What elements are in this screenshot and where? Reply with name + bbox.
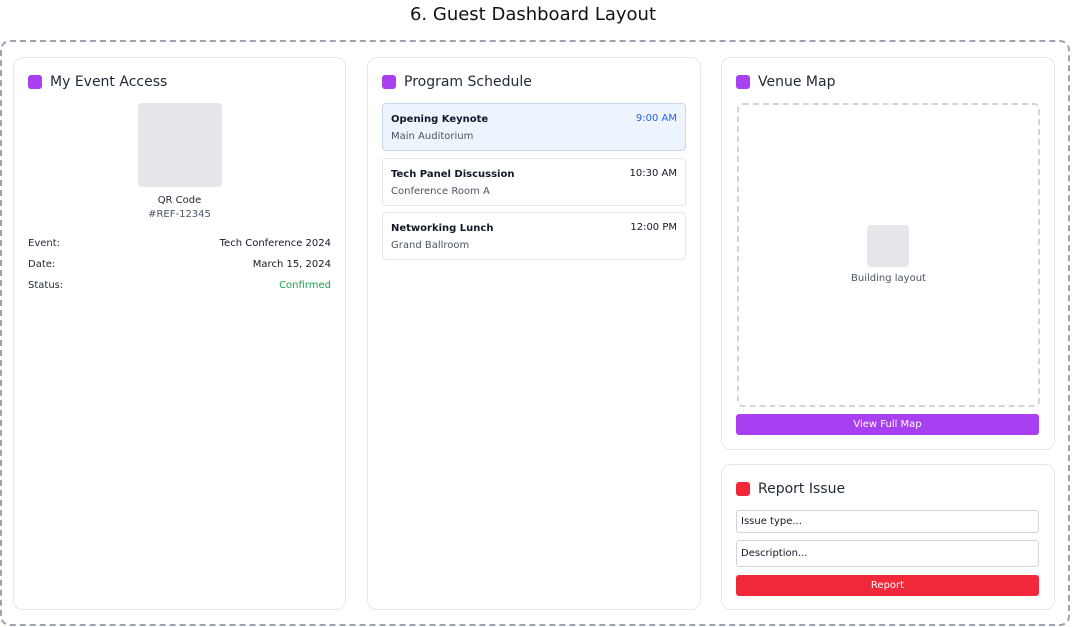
report-issue-card: Report Issue Issue type... Description..… [721,464,1055,610]
map-placeholder-text: Building layout [851,273,926,284]
schedule-item-time: 10:30 AM [629,168,677,179]
schedule-item-location: Conference Room A [391,186,490,197]
description-input[interactable]: Description... [736,540,1039,567]
report-issue-header: Report Issue [736,481,845,497]
info-key: Date: [28,259,56,270]
event-access-card: My Event Access QR Code #REF-12345 Event… [13,57,346,610]
schedule-item-time: 9:00 AM [635,113,677,124]
info-value: Tech Conference 2024 [219,238,331,249]
venue-map-header: Venue Map [736,74,835,90]
schedule-item-name: Opening Keynote [391,114,489,125]
program-schedule-title: Program Schedule [404,74,532,90]
dashboard-container: My Event Access QR Code #REF-12345 Event… [0,40,1070,626]
info-key: Status: [28,280,64,291]
schedule-item[interactable]: Networking Lunch 12:00 PM Grand Ballroom [382,212,686,260]
event-access-title: My Event Access [50,74,168,90]
page-title: 6. Guest Dashboard Layout [409,4,657,25]
building-icon [867,225,909,267]
schedule-item[interactable]: Opening Keynote 9:00 AM Main Auditorium [382,103,686,151]
status-badge: Confirmed [279,280,331,291]
square-icon [28,75,42,89]
report-issue-title: Report Issue [758,481,846,497]
venue-map-title: Venue Map [758,74,836,90]
info-row-status: Status: Confirmed [28,280,331,291]
square-icon [736,75,750,89]
event-access-header: My Event Access [28,74,167,90]
schedule-item-location: Main Auditorium [391,131,474,142]
schedule-item-name: Networking Lunch [391,223,494,234]
issue-type-input[interactable]: Issue type... [736,510,1039,533]
venue-map-card: Venue Map Building layout View Full Map [721,57,1055,450]
qr-code-image [138,103,222,187]
reference-number: #REF-12345 [148,209,211,220]
schedule-item[interactable]: Tech Panel Discussion 10:30 AM Conferenc… [382,158,686,206]
program-schedule-card: Program Schedule Opening Keynote 9:00 AM… [367,57,701,610]
info-row-event: Event: Tech Conference 2024 [28,238,331,249]
schedule-item-name: Tech Panel Discussion [391,169,515,180]
report-button[interactable]: Report [736,575,1039,596]
schedule-item-time: 12:00 PM [630,222,677,233]
info-key: Event: [28,238,61,249]
venue-map-area[interactable]: Building layout [737,103,1040,407]
view-full-map-button[interactable]: View Full Map [736,414,1039,435]
square-icon [736,482,750,496]
info-value: March 15, 2024 [252,259,331,270]
info-row-date: Date: March 15, 2024 [28,259,331,270]
qr-code-label: QR Code [157,195,202,206]
program-schedule-header: Program Schedule [382,74,532,90]
square-icon [382,75,396,89]
schedule-item-location: Grand Ballroom [391,240,470,251]
